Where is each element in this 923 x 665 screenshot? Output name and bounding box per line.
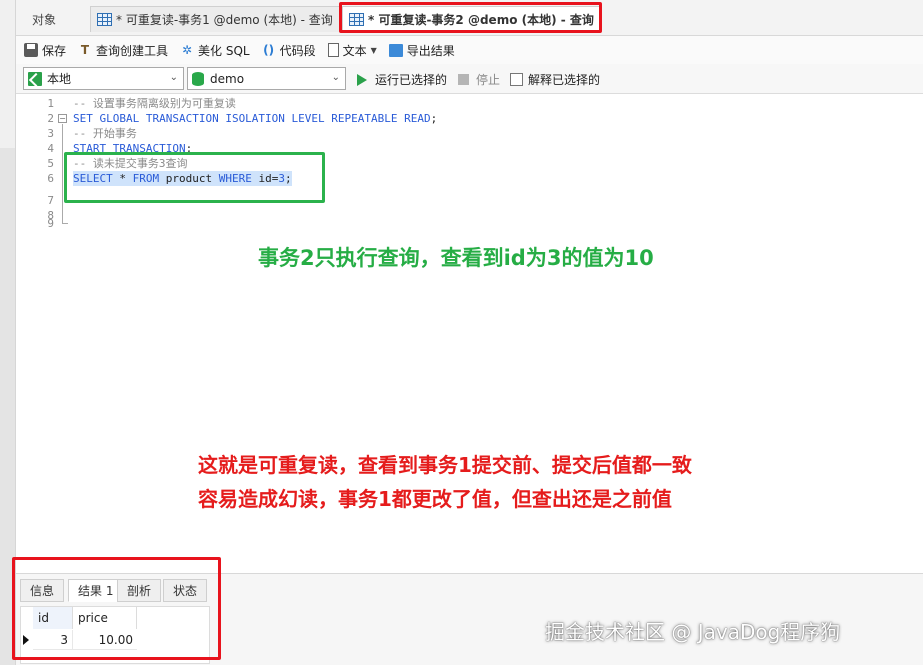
tab-objects-label: 对象: [32, 12, 57, 27]
text-menu-button[interactable]: 文本 ▼: [327, 42, 377, 59]
fold-guide-line: [62, 124, 63, 224]
stop-icon: [458, 74, 469, 85]
explain-selected-label: 解释已选择的: [528, 73, 601, 87]
code-line-1: -- 设置事务隔离级别为可重复读: [73, 97, 236, 110]
explain-selected-button[interactable]: 解释已选择的: [510, 71, 600, 88]
stop-label: 停止: [476, 73, 501, 87]
tab-query-txn1[interactable]: * 可重复读-事务1 @demo (本地) - 查询: [90, 6, 340, 32]
hammer-icon: T: [80, 43, 90, 57]
database-select[interactable]: demo ⌄: [187, 67, 346, 90]
line-number: 1: [47, 97, 54, 110]
chevron-down-icon: ⌄: [331, 72, 340, 83]
tab-query-txn1-label: * 可重复读-事务1 @demo (本地) - 查询: [116, 13, 333, 27]
line-number: 2: [47, 112, 54, 125]
export-icon: [388, 43, 403, 57]
line-number: 4: [47, 142, 54, 155]
line-number: 9: [47, 217, 54, 230]
active-tab-highlight-box: [339, 2, 602, 33]
connection-value: 本地: [47, 72, 72, 86]
annotation-green: 事务2只执行查询，查看到id为3的值为10: [258, 246, 654, 270]
connection-icon: [28, 71, 42, 86]
snippet-label: 代码段: [279, 43, 316, 58]
export-results-label: 导出结果: [406, 43, 455, 58]
play-icon: [357, 73, 367, 86]
database-icon: [192, 71, 204, 86]
annotation-red-line-2: 容易造成幻读，事务1都更改了值，但查出还是之前值: [198, 487, 672, 511]
run-selected-label: 运行已选择的: [375, 73, 448, 87]
sql-keyword: SET GLOBAL TRANSACTION ISOLATION LEVEL R…: [73, 112, 431, 125]
code-brackets-icon: (): [263, 43, 275, 57]
text-label: 文本: [342, 43, 367, 58]
select-query-highlight-box: [64, 152, 325, 203]
query-builder-button[interactable]: T 查询创建工具: [78, 42, 168, 59]
annotation-red-line-1: 这就是可重复读，查看到事务1提交前、提交后值都一致: [198, 453, 692, 477]
chevron-down-icon: ▼: [370, 45, 377, 55]
document-icon: [327, 43, 339, 57]
chevron-down-icon: ⌄: [169, 72, 178, 83]
query-toolbar: 保存 T 查询创建工具 ✲ 美化 SQL () 代码段 文本 ▼ 导出结果: [16, 36, 923, 64]
line-number: 5: [47, 157, 54, 170]
export-results-button[interactable]: 导出结果: [388, 42, 455, 59]
tab-objects[interactable]: 对象: [26, 6, 62, 32]
stop-button[interactable]: 停止: [458, 71, 500, 88]
run-selected-button[interactable]: 运行已选择的: [357, 71, 447, 88]
database-value: demo: [210, 71, 245, 86]
code-line-3: -- 开始事务: [73, 127, 137, 140]
fold-guide-end: [62, 223, 68, 224]
line-number: 3: [47, 127, 54, 140]
sql-punctuation: ;: [430, 112, 438, 125]
grid-icon: [97, 13, 112, 26]
save-icon: [24, 43, 38, 57]
line-number: 7: [47, 194, 54, 207]
query-builder-label: 查询创建工具: [96, 43, 169, 58]
save-label: 保存: [42, 43, 67, 58]
connection-select[interactable]: 本地 ⌄: [23, 67, 184, 90]
line-number-gutter: 1 2 3 4 5 6 7 8 9: [16, 95, 56, 573]
snippet-button[interactable]: () 代码段: [262, 42, 316, 59]
connection-bar: 本地 ⌄ demo ⌄ 运行已选择的 停止 解释已选择的: [16, 64, 923, 94]
beautify-sql-button[interactable]: ✲ 美化 SQL: [180, 42, 250, 59]
line-number: 6: [47, 172, 54, 185]
explain-icon: [510, 73, 523, 86]
fold-toggle-icon[interactable]: −: [58, 114, 67, 123]
beautify-sql-label: 美化 SQL: [198, 43, 250, 58]
magic-wand-icon: ✲: [182, 43, 193, 57]
code-line-2: SET GLOBAL TRANSACTION ISOLATION LEVEL R…: [73, 111, 437, 126]
result-highlight-box: [12, 557, 221, 660]
watermark: 掘金技术社区 @ JavaDog程序狗: [545, 620, 841, 644]
save-button[interactable]: 保存: [24, 42, 66, 59]
